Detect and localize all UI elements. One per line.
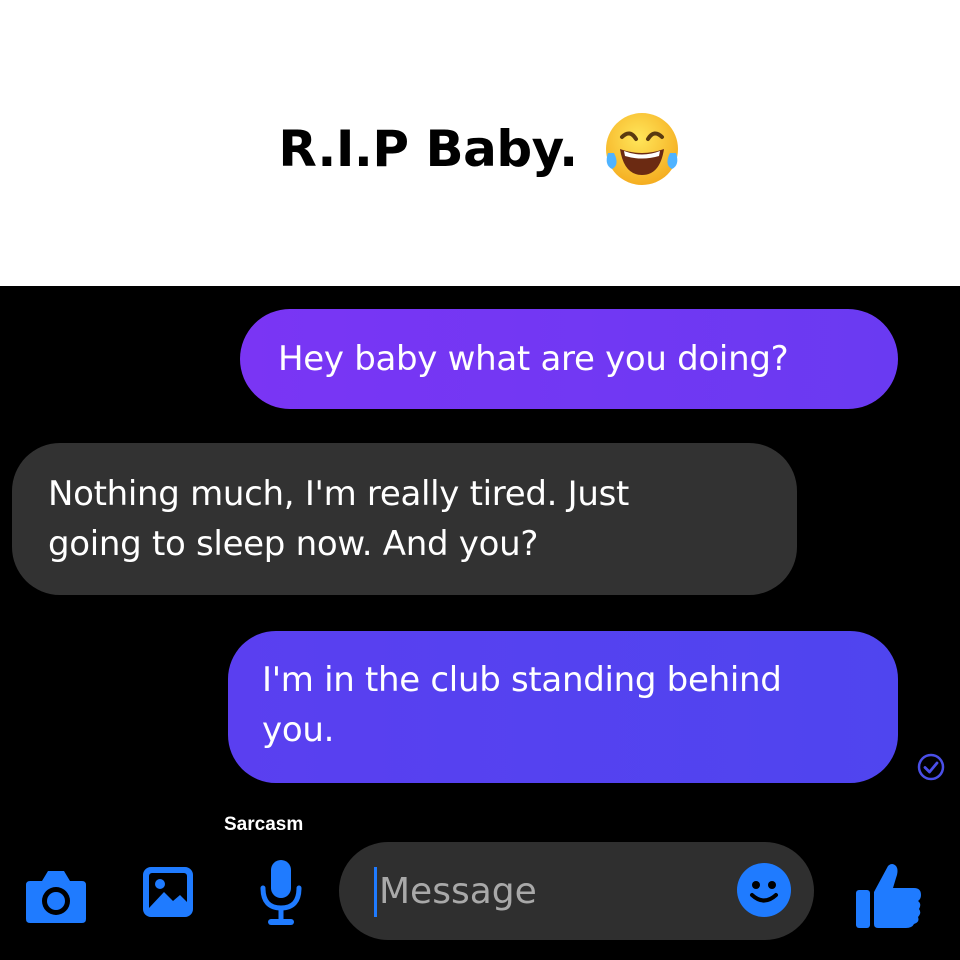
received-message-bubble[interactable]: Nothing much, I'm really tired. Just goi… (12, 443, 797, 595)
microphone-icon[interactable] (258, 858, 304, 928)
watermark-text: Sarcasm (224, 814, 304, 835)
chat-screen: Hey baby what are you doing? Nothing muc… (0, 286, 960, 960)
emoji-icon[interactable] (736, 862, 792, 918)
caption-row: R.I.P Baby. (0, 104, 960, 194)
message-line: you. (262, 710, 335, 750)
message-input[interactable]: Message (339, 842, 814, 940)
message-text: Hey baby what are you doing? (278, 339, 789, 379)
sent-message-bubble[interactable]: I'm in the club standing behind you. (228, 631, 898, 783)
message-line: I'm in the club standing behind (262, 660, 782, 700)
caption-text: R.I.P Baby. (278, 120, 578, 178)
message-line: Nothing much, I'm really tired. Just (48, 474, 630, 514)
sent-message-bubble[interactable]: Hey baby what are you doing? (240, 309, 898, 409)
message-placeholder: Message (379, 871, 537, 912)
camera-icon[interactable] (24, 867, 88, 925)
message-line: going to sleep now. And you? (48, 524, 539, 564)
face-with-tears-of-joy-icon (605, 113, 678, 185)
delivered-check-icon (917, 753, 945, 781)
thumbs-up-icon[interactable] (852, 860, 924, 932)
text-cursor (374, 867, 377, 917)
caption-area: R.I.P Baby. (0, 0, 960, 286)
gallery-icon[interactable] (140, 864, 196, 920)
